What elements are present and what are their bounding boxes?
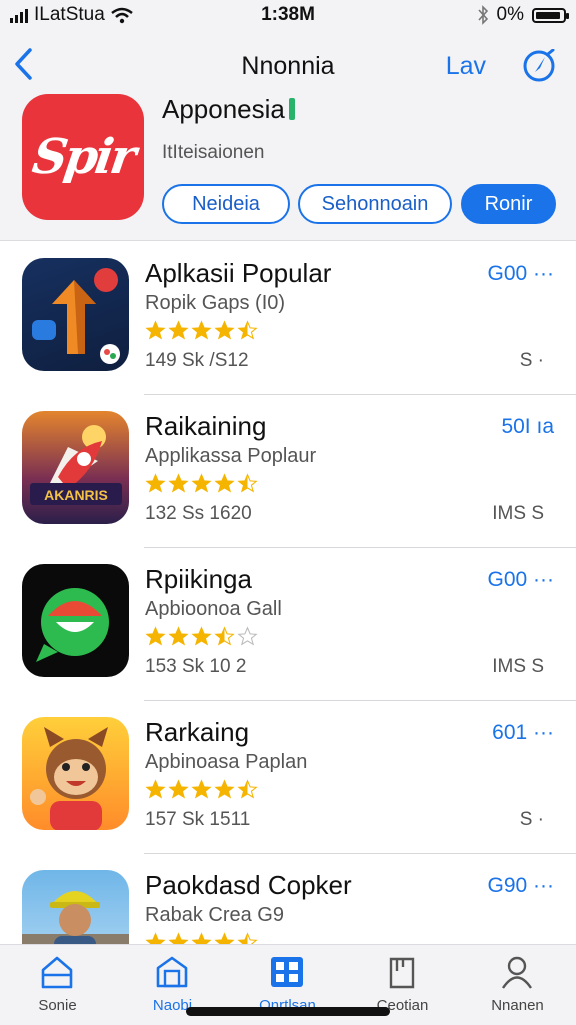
rocket-icon: AKANRIS [22, 411, 129, 524]
home-indicator[interactable] [186, 1007, 390, 1016]
action-button-2[interactable]: Sehonnoain [298, 184, 452, 224]
star-rating [145, 320, 258, 342]
app-stat: 132 Ss 1620 [145, 503, 252, 524]
star-icon [191, 626, 212, 646]
star-icon [168, 779, 189, 799]
tab-home[interactable]: Sonie [0, 945, 115, 1025]
app-meta: IMS S [492, 503, 544, 524]
star-icon [214, 320, 235, 340]
featured-app-name: Apponesia [162, 94, 295, 125]
grid-icon [271, 957, 303, 987]
arrow-up-icon [22, 258, 129, 371]
star-rating [145, 779, 258, 801]
bluetooth-icon [477, 5, 488, 25]
star-icon [237, 779, 258, 799]
app-icon-logo: Spir [29, 129, 137, 185]
verified-icon [288, 98, 295, 120]
app-subtitle: Apbioonoa Gall [145, 598, 282, 620]
app-subtitle: Rabak Crea G9 [145, 904, 284, 926]
home-icon [41, 956, 73, 989]
store-icon [156, 956, 188, 988]
star-rating [145, 473, 258, 495]
featured-app-icon[interactable]: Spir [22, 94, 144, 220]
star-icon [237, 473, 258, 493]
star-icon [214, 473, 235, 493]
featured-app-name-text: Apponesia [162, 94, 285, 124]
star-icon [145, 626, 166, 646]
app-stat: 153 Sk 10 2 [145, 656, 247, 677]
header-link[interactable]: Lav [446, 52, 486, 81]
tab-label: Sonie [38, 997, 77, 1014]
price-button[interactable]: 50I ıa [501, 415, 554, 439]
list-item[interactable]: Rpiikinga Apbioonoa Gall 153 Sk 10 2 G00… [0, 546, 576, 701]
compass-icon[interactable] [522, 49, 556, 83]
action-button-1[interactable]: Neideia [162, 184, 290, 224]
star-icon [168, 473, 189, 493]
star-icon [237, 626, 258, 646]
app-header: Nnonnia Lav Spir Apponesia ItIteisaionen… [0, 32, 576, 241]
price-button[interactable]: G90 ··· [487, 874, 554, 898]
star-icon [237, 320, 258, 340]
star-icon [145, 320, 166, 340]
star-icon [145, 779, 166, 799]
page-title: Nnonnia [241, 52, 335, 80]
star-icon [214, 779, 235, 799]
star-icon [145, 473, 166, 493]
person-icon [502, 956, 532, 989]
status-right: 0% [477, 4, 569, 26]
app-meta: S · [519, 809, 544, 830]
star-icon [214, 626, 235, 646]
app-title: Paokdasd Copker [145, 870, 352, 900]
star-rating [145, 626, 258, 648]
app-subtitle: Ropik Gaps (I0) [145, 292, 286, 314]
star-icon [168, 626, 189, 646]
app-title: Raikaining [145, 411, 267, 441]
tab-profile[interactable]: Nnanen [460, 945, 575, 1025]
app-subtitle: Applikassa Poplaur [145, 445, 317, 467]
battery-percent: 0% [496, 4, 524, 25]
app-title: Rarkaing [145, 717, 250, 747]
app-stat: 149 Sk /S12 [145, 350, 249, 371]
list-item[interactable]: Rarkaing Apbinoasa Paplan 157 Sk 1511 60… [0, 699, 576, 854]
battery-icon [532, 7, 569, 23]
app-meta: S · [519, 350, 544, 371]
star-icon [191, 473, 212, 493]
document-icon [389, 957, 415, 989]
app-title: Rpiikinga [145, 564, 252, 594]
price-button[interactable]: G00 ··· [487, 568, 554, 592]
app-title: Aplkasii Popular [145, 258, 332, 288]
app-subtitle: Apbinoasa Paplan [145, 751, 308, 773]
app-stat: 157 Sk 1511 [145, 809, 251, 830]
list-item[interactable]: AKANRIS Raikaining Applikassa Poplaur 13… [0, 393, 576, 548]
star-icon [191, 779, 212, 799]
cartoon-character-icon [22, 717, 129, 830]
featured-app-subtitle: ItIteisaionen [162, 142, 265, 163]
list-item[interactable]: Aplkasii Popular Ropik Gaps (I0) 149 Sk … [0, 240, 576, 395]
svg-text:AKANRIS: AKANRIS [44, 487, 108, 503]
price-button[interactable]: 601 ··· [492, 721, 554, 745]
star-icon [191, 320, 212, 340]
star-icon [168, 320, 189, 340]
app-meta: IMS S [492, 656, 544, 677]
action-button-primary[interactable]: Ronir [461, 184, 556, 224]
price-button[interactable]: G00 ··· [487, 262, 554, 286]
chat-bubble-icon [22, 564, 129, 677]
tab-label: Nnanen [491, 997, 544, 1014]
status-bar: ILatStua 1:38M 0% [0, 0, 576, 32]
